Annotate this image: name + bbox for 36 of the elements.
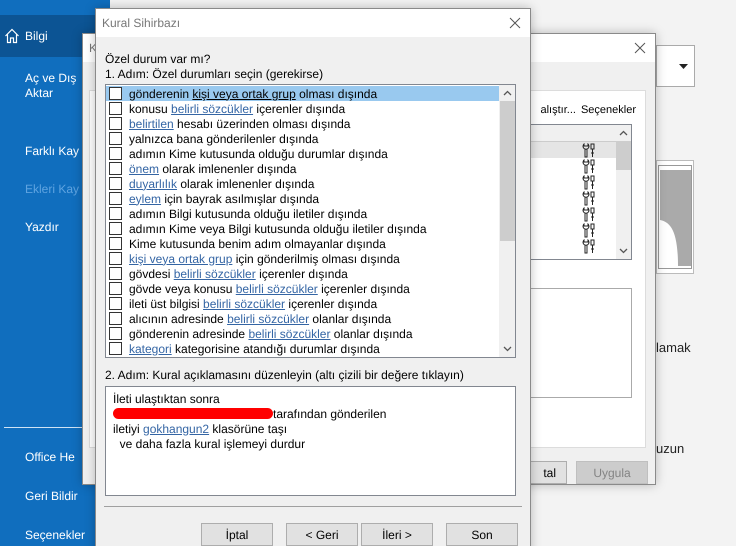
condition-text: duyarlılık olarak imlenenler dışında — [129, 176, 314, 190]
condition-text: kategori kategorisine atandığı durumlar dışında — [129, 342, 380, 356]
condition-text: adımın Bilgi kutusunda olduğu iletiler dışında — [129, 206, 368, 220]
nav-label: Office He — [25, 450, 75, 465]
option-text: uzun — [656, 441, 684, 456]
description-text: iletiyi — [113, 422, 141, 436]
description-text: İleti ulaştıktan sonra — [113, 392, 220, 406]
condition-text: eylem için bayrak asılmışlar dışında — [129, 192, 320, 206]
nav-label: Aç ve Dış — [25, 71, 76, 86]
nav-label: Bilgi — [25, 28, 48, 44]
condition-text: belirtilen hesabı üzerinden olması dışında — [129, 116, 350, 130]
step-label: 2. Adım: Kural açıklamasını düzenleyin (altı çizili bir değere tıklayın) — [105, 368, 465, 383]
condition-text: gönderenin kişi veya ortak grup olması dışında — [129, 86, 378, 100]
option-text: lamak — [656, 340, 691, 355]
condition-text: adımın Kime kutusunda olduğu durumlar dışında — [129, 146, 388, 160]
condition-text: ileti üst bilgisi belirli sözcükler içerenler dışında — [129, 296, 378, 310]
condition-text: kişi veya ortak grup için gönderilmiş olması dışında — [129, 252, 400, 266]
nav-label: Ekleri Kay — [25, 182, 80, 196]
step-label: 1. Adım: Özel durumları seçin (gerekirse) — [105, 67, 324, 82]
nav-label: Seçenekler — [25, 528, 86, 543]
nav-label: Geri Bildir — [25, 489, 78, 504]
description-text: klasörüne taşı — [211, 422, 288, 436]
condition-text: gövde veya konusu belirli sözcükler içerenler dışında — [129, 282, 410, 296]
condition-text: önem olarak imlenenler dışında — [129, 162, 296, 176]
nav-label: Yazdır — [25, 220, 59, 234]
condition-text: gövdesi belirli sözcükler içerenler dışında — [129, 266, 348, 280]
nav-label: Farklı Kay — [25, 144, 80, 158]
description-text: ve daha fazla kural işlemeyi durdur — [118, 436, 306, 450]
condition-text: konusu belirli sözcükler içerenler dışında — [129, 102, 346, 116]
condition-text: alıcının adresinde belirli sözcükler olanlar dışında — [129, 312, 392, 326]
nav-label: Aktar — [25, 86, 54, 101]
condition-text: Kime kutusunda benim adım olmayanlar dışında — [129, 236, 386, 250]
description-text: tarafından gönderilen — [273, 406, 386, 420]
condition-text: gönderenin adresinde belirli sözcükler olanlar dışında — [129, 326, 413, 340]
condition-text: adımın Kime veya Bilgi kutusunda olduğu iletiler dışında — [129, 222, 427, 236]
condition-text: yalnızca bana gönderilenler dışında — [129, 132, 318, 146]
